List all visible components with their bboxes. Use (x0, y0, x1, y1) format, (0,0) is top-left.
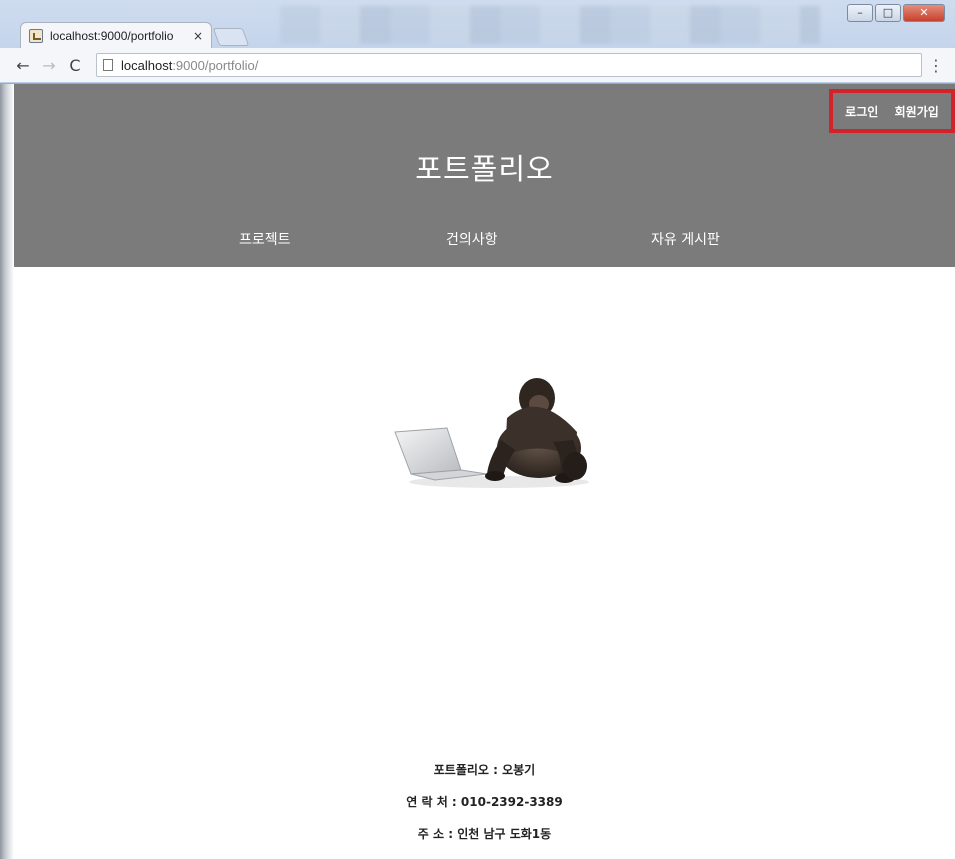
maximize-button[interactable]: □ (875, 4, 901, 22)
page-icon (103, 59, 113, 71)
footer-author: 포트폴리오 : 오봉기 (433, 763, 536, 777)
forward-icon[interactable]: → (36, 56, 62, 75)
background-windows (280, 6, 820, 44)
browser-tab[interactable]: localhost:9000/portfolio × (20, 22, 212, 48)
auth-links-highlight: 로그인 회원가입 (829, 89, 955, 133)
browser-chrome: localhost:9000/portfolio × – □ ✕ ← → C l… (0, 0, 955, 84)
signup-link[interactable]: 회원가입 (895, 103, 939, 120)
footer-address: 주 소 : 인천 남구 도화1동 (417, 827, 552, 841)
window-controls: – □ ✕ (847, 4, 945, 22)
hero-image-gorilla-laptop (394, 378, 589, 488)
url-host: localhost (121, 57, 173, 73)
menu-icon[interactable]: ⋮ (927, 56, 945, 75)
web-page: 로그인 회원가입 포트폴리오 프로젝트 건의사항 자유 게시판 포트폴리오: … (14, 84, 955, 859)
browser-toolbar: ← → C localhost:9000/portfolio/ ⋮ (0, 48, 955, 82)
site-footer: 포트폴리오 : 오봉기 연 락 처 : 010-2392-3389 주 소 : … (14, 760, 955, 856)
nav-item-suggestions[interactable]: 건의사항 (446, 229, 498, 249)
login-link[interactable]: 로그인 (845, 103, 878, 120)
reload-icon[interactable]: C (62, 56, 88, 75)
back-icon[interactable]: ← (10, 56, 36, 75)
nav-item-projects[interactable]: 프로젝트 (239, 229, 291, 249)
favicon-icon (29, 28, 43, 43)
url-path: :9000/portfolio/ (172, 57, 259, 73)
tab-strip: localhost:9000/portfolio × – □ ✕ (0, 0, 955, 48)
footer-contact: 연 락 처 : 010-2392-3389 (406, 795, 563, 809)
window-left-edge (0, 84, 14, 859)
tab-close-icon[interactable]: × (193, 29, 203, 43)
site-header: 로그인 회원가입 포트폴리오 프로젝트 건의사항 자유 게시판 (14, 84, 955, 267)
nav-item-free-board[interactable]: 자유 게시판 (651, 229, 720, 249)
site-title[interactable]: 포트폴리오 (14, 146, 955, 188)
new-tab-button[interactable] (212, 28, 250, 46)
minimize-button[interactable]: – (847, 4, 873, 22)
main-nav: 프로젝트 건의사항 자유 게시판 (14, 229, 955, 249)
close-window-button[interactable]: ✕ (903, 4, 945, 22)
address-bar[interactable]: localhost:9000/portfolio/ (96, 53, 922, 77)
tab-title: localhost:9000/portfolio (50, 28, 174, 43)
